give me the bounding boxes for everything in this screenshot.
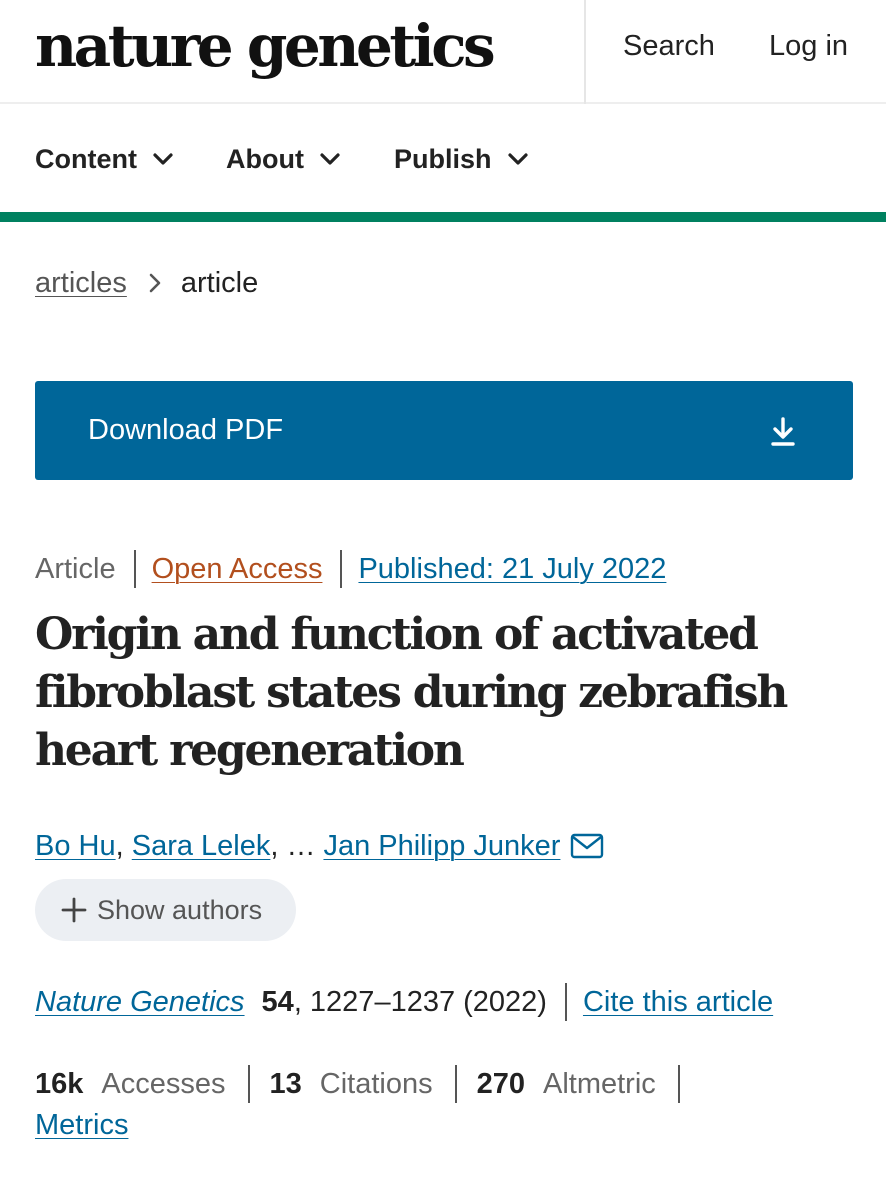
show-authors-button[interactable]: Show authors bbox=[35, 879, 296, 941]
breadcrumb: articles article bbox=[35, 264, 258, 302]
citation-line: Nature Genetics 54 , 1227–1237 (2022) Ci… bbox=[35, 983, 773, 1021]
brand-accent-bar bbox=[0, 212, 886, 222]
author-link[interactable]: Jan Philipp Junker bbox=[323, 827, 560, 865]
altmetric-label: Altmetric bbox=[542, 1068, 656, 1100]
author-separator: , bbox=[270, 830, 279, 862]
mail-icon[interactable] bbox=[570, 833, 604, 859]
metrics-divider bbox=[677, 1065, 680, 1103]
nav-about-menu[interactable]: About bbox=[226, 142, 342, 176]
download-pdf-button[interactable]: Download PDF bbox=[35, 381, 853, 480]
chevron-down-icon bbox=[153, 153, 173, 165]
chevron-down-icon bbox=[507, 153, 528, 165]
journal-volume: 54 bbox=[261, 986, 294, 1018]
author-list: Bo Hu, Sara Lelek, … Jan Philipp Junker bbox=[35, 827, 604, 865]
breadcrumb-current: article bbox=[180, 267, 259, 299]
download-pdf-label: Download PDF bbox=[88, 414, 284, 446]
article-meta: Article Open Access Published: 21 July 2… bbox=[35, 550, 666, 588]
author-separator: , bbox=[115, 830, 132, 862]
citations-count: 13 bbox=[269, 1068, 302, 1100]
nav-publish-menu[interactable]: Publish bbox=[394, 142, 530, 176]
cite-this-article-link[interactable]: Cite this article bbox=[583, 983, 773, 1021]
citations-label: Citations bbox=[319, 1068, 433, 1100]
nav-about-label: About bbox=[226, 144, 304, 174]
open-access-link[interactable]: Open Access bbox=[152, 550, 323, 588]
metrics-link[interactable]: Metrics bbox=[35, 1106, 128, 1144]
article-title: Origin and function of activated fibrobl… bbox=[35, 609, 788, 776]
journal-link[interactable]: Nature Genetics bbox=[35, 983, 245, 1021]
chevron-down-icon bbox=[320, 153, 340, 165]
meta-divider bbox=[133, 550, 136, 588]
altmetric-score: 270 bbox=[476, 1068, 525, 1100]
journal-pages: , 1227–1237 (2022) bbox=[293, 986, 547, 1018]
author-link[interactable]: Sara Lelek bbox=[132, 827, 271, 865]
main-nav: Content About Publish bbox=[0, 106, 886, 212]
login-link[interactable]: Log in bbox=[769, 28, 848, 64]
show-authors-label: Show authors bbox=[97, 895, 263, 925]
authors-ellipsis: … bbox=[286, 830, 316, 862]
author-link[interactable]: Bo Hu bbox=[35, 827, 116, 865]
accesses-count: 16k bbox=[35, 1068, 84, 1100]
published-date-link[interactable]: Published: 21 July 2022 bbox=[358, 550, 666, 588]
breadcrumb-articles-link[interactable]: articles bbox=[35, 264, 127, 302]
metrics-divider bbox=[247, 1065, 250, 1103]
nav-content-menu[interactable]: Content bbox=[35, 142, 175, 176]
header-divider bbox=[584, 0, 586, 104]
search-link[interactable]: Search bbox=[623, 28, 715, 64]
nav-content-label: Content bbox=[35, 144, 137, 174]
article-metrics: 16k Accesses 13 Citations 270 Altmetric bbox=[35, 1065, 700, 1103]
site-logo[interactable]: nature genetics bbox=[35, 14, 496, 78]
nav-publish-label: Publish bbox=[394, 144, 492, 174]
article-type: Article bbox=[35, 553, 116, 585]
meta-divider bbox=[340, 550, 343, 588]
citation-divider bbox=[564, 983, 567, 1021]
site-header: nature genetics Search Log in bbox=[0, 0, 886, 104]
metrics-divider bbox=[454, 1065, 457, 1103]
chevron-right-icon bbox=[149, 273, 161, 293]
plus-icon bbox=[61, 897, 87, 923]
accesses-label: Accesses bbox=[101, 1068, 226, 1100]
download-icon bbox=[771, 417, 795, 446]
